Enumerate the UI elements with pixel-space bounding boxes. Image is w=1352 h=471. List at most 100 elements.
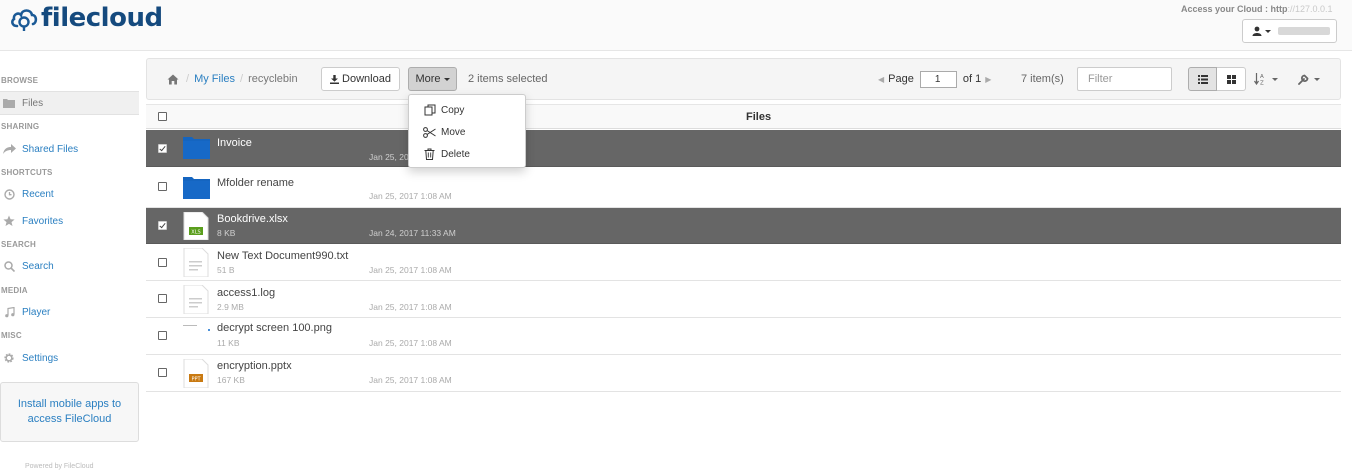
table-row[interactable]: Invoice Jan 25, 2017 1:08 AM	[146, 130, 1341, 167]
excel-file-icon: XLS	[183, 212, 209, 240]
file-date: Jan 25, 2017 1:08 AM	[369, 302, 452, 312]
file-name[interactable]: decrypt screen 100.png	[217, 322, 332, 334]
svg-text:A: A	[1260, 74, 1264, 80]
folder-icon	[183, 177, 210, 199]
folder-icon	[2, 96, 16, 110]
install-mobile-apps-link[interactable]: Install mobile apps to access FileCloud	[0, 382, 139, 442]
file-size: 2.9 MB	[217, 302, 244, 312]
file-size: 51 B	[217, 265, 235, 275]
sidebar-item-shared-files[interactable]: Shared Files	[0, 137, 139, 161]
file-toolbar: / My Files / recyclebin Download More 2 …	[146, 58, 1341, 100]
sidebar-item-search[interactable]: Search	[0, 254, 139, 278]
file-table-header: Files	[146, 104, 1341, 129]
sidebar-item-label: Favorites	[22, 215, 64, 227]
file-name[interactable]: New Text Document990.txt	[217, 250, 348, 262]
table-row[interactable]: New Text Document990.txt 51 B Jan 25, 20…	[146, 244, 1341, 281]
section-media: MEDIA	[1, 286, 28, 295]
sidebar-item-settings[interactable]: Settings	[0, 346, 139, 370]
chevron-down-icon	[1265, 29, 1271, 33]
access-cloud-text: Access your Cloud : http://127.0.0.1	[1181, 4, 1333, 14]
breadcrumb: / My Files / recyclebin	[167, 59, 298, 99]
row-checkbox[interactable]	[158, 182, 167, 191]
xls-icon-label: XLS	[191, 230, 200, 236]
page-label: Page	[888, 73, 914, 85]
filecloud-logo[interactable]: filecloud	[9, 2, 163, 34]
row-checkbox[interactable]	[158, 368, 167, 377]
file-name[interactable]: access1.log	[217, 287, 275, 299]
table-row[interactable]: access1.log 2.9 MB Jan 25, 2017 1:08 AM	[146, 281, 1341, 318]
sidebar-item-player[interactable]: Player	[0, 300, 139, 324]
breadcrumb-my-files[interactable]: My Files	[194, 73, 235, 85]
view-toggle	[1188, 67, 1246, 91]
pagination: ◀ Page of 1 ▶	[878, 59, 991, 99]
svg-text:Z: Z	[1260, 81, 1264, 86]
ppt-icon-label: PPT	[191, 377, 201, 383]
row-checkbox[interactable]	[158, 331, 167, 340]
tools-button[interactable]	[1298, 59, 1320, 99]
row-checkbox[interactable]	[158, 294, 167, 303]
file-date: Jan 25, 2017 1:08 AM	[369, 191, 452, 201]
list-view-button[interactable]	[1188, 67, 1217, 91]
trash-icon	[423, 148, 436, 161]
share-icon	[2, 142, 16, 156]
sort-button[interactable]: AZ	[1254, 59, 1278, 99]
sidebar-item-label: Shared Files	[22, 143, 79, 155]
copy-icon	[423, 104, 436, 117]
prev-page-icon[interactable]: ◀	[878, 75, 884, 84]
search-icon	[2, 259, 16, 273]
file-date: Jan 25, 2017 1:08 AM	[369, 338, 452, 348]
grid-view-button[interactable]	[1217, 67, 1246, 91]
clock-icon	[2, 187, 16, 201]
menu-item-move[interactable]: Move	[409, 122, 525, 142]
table-row[interactable]: PPT encryption.pptx 167 KB Jan 25, 2017 …	[146, 355, 1341, 392]
select-all-checkbox[interactable]	[158, 112, 167, 121]
row-checkbox[interactable]	[158, 144, 167, 153]
row-checkbox[interactable]	[158, 221, 167, 230]
file-name[interactable]: Mfolder rename	[217, 177, 294, 189]
sidebar-item-label: Recent	[22, 188, 54, 200]
more-button[interactable]: More	[408, 67, 457, 91]
breadcrumb-separator: /	[186, 73, 190, 85]
selection-count: 2 items selected	[468, 73, 548, 85]
next-page-icon[interactable]: ▶	[985, 75, 991, 84]
page-input[interactable]	[919, 70, 957, 88]
cloud-logo-icon	[11, 9, 38, 31]
files-column-header[interactable]: Files	[746, 105, 771, 129]
file-size: 8 KB	[217, 228, 236, 238]
file-size: 11 KB	[217, 338, 240, 348]
breadcrumb-separator: /	[240, 73, 244, 85]
file-name[interactable]: Invoice	[217, 137, 252, 149]
page-of-label: of 1	[962, 73, 982, 85]
section-sharing: SHARING	[1, 122, 40, 131]
sidebar-item-label: Search	[22, 260, 54, 272]
download-button[interactable]: Download	[321, 67, 400, 91]
image-thumbnail-icon	[183, 325, 210, 331]
section-misc: MISC	[1, 331, 22, 340]
breadcrumb-current: recyclebin	[248, 73, 298, 85]
table-row[interactable]: XLS Bookdrive.xlsx 8 KB Jan 24, 2017 11:…	[146, 208, 1341, 244]
sidebar-item-recent[interactable]: Recent	[0, 182, 139, 206]
row-checkbox[interactable]	[158, 258, 167, 267]
section-search: SEARCH	[1, 240, 36, 249]
sidebar-item-favorites[interactable]: Favorites	[0, 209, 139, 233]
more-dropdown-menu: Copy Move Delete	[408, 94, 526, 168]
file-date: Jan 24, 2017 11:33 AM	[369, 228, 456, 238]
filter-input[interactable]	[1077, 67, 1172, 91]
powerpoint-file-icon: PPT	[183, 359, 209, 388]
user-icon	[1252, 26, 1262, 36]
home-icon[interactable]	[167, 74, 179, 85]
sidebar: BROWSE Files SHARING Shared Files SHORTC…	[0, 51, 140, 471]
menu-item-label: Delete	[441, 148, 470, 160]
menu-item-delete[interactable]: Delete	[409, 144, 525, 164]
table-row[interactable]: decrypt screen 100.png 11 KB Jan 25, 201…	[146, 318, 1341, 355]
sort-icon: AZ	[1254, 73, 1264, 86]
gear-icon	[2, 351, 16, 365]
user-menu-button[interactable]	[1242, 19, 1337, 43]
file-name[interactable]: encryption.pptx	[217, 360, 292, 372]
menu-item-copy[interactable]: Copy	[409, 100, 525, 120]
log-file-icon	[183, 285, 209, 314]
table-row[interactable]: Mfolder rename Jan 25, 2017 1:08 AM	[146, 167, 1341, 208]
sidebar-item-files[interactable]: Files	[0, 91, 139, 115]
file-name[interactable]: Bookdrive.xlsx	[217, 213, 288, 225]
scissors-icon	[423, 126, 436, 139]
